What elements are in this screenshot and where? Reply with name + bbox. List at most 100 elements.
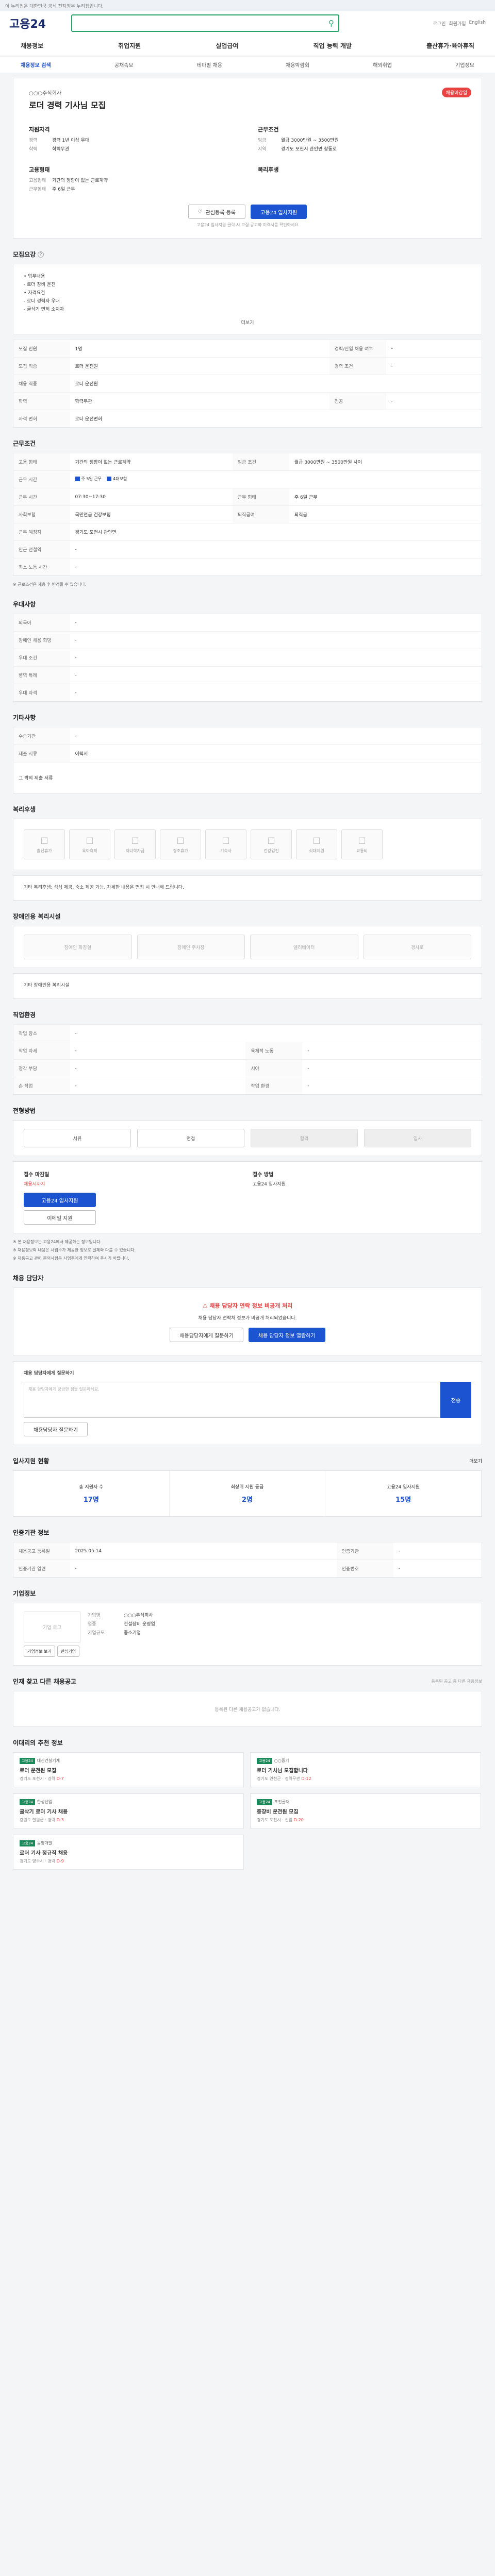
menu-item[interactable]: 실업급여 xyxy=(216,41,238,50)
kv-key: 기업명 xyxy=(88,1613,101,1618)
rec-company: ○○중기 xyxy=(274,1758,289,1763)
kv-value: ○○○주식회사 xyxy=(124,1613,153,1618)
kv-value: 주 6일 근무 xyxy=(52,187,75,192)
table-row: 사회보험 국민연금 건강보험 퇴직급여 퇴직금 xyxy=(13,505,482,523)
recommend-item[interactable]: 고용24 대신건설기계 로더 운전원 모집 경기도 포천시 · 경력 D-7 xyxy=(13,1752,244,1787)
menu-item[interactable]: 출산휴가·육아휴직 xyxy=(426,41,474,50)
table-row: 제출 서류 이력서 xyxy=(13,744,482,762)
save-button[interactable]: ♡ 관심등록 등록 xyxy=(188,205,246,219)
recommend-item[interactable]: 고용24 ○○중기 로더 기사님 모집합니다 경기도 연천군 · 경력무관 D-12 xyxy=(250,1752,481,1787)
ask-button[interactable]: 채용담당자 질문하기 xyxy=(24,1422,88,1436)
view-manager-button[interactable]: 채용 담당자 정보 열람하기 xyxy=(248,1328,325,1342)
email-apply-button[interactable]: 이메일 지원 xyxy=(24,1210,96,1225)
environment-table: 작업 장소 - 작업 자세 - 육체적 노동 - 청각 부담 - 시야 - 손 작업 - 작업 환… xyxy=(13,1024,482,1095)
cell: 퇴직급여 xyxy=(232,505,289,523)
cell: 모집 인원 xyxy=(13,340,70,358)
ask-manager-button[interactable]: 채용담당자에게 질문하기 xyxy=(170,1328,243,1342)
signup-link[interactable]: 회원가입 xyxy=(449,20,466,27)
more-button[interactable]: 더보기 xyxy=(24,319,471,326)
corp-info-button[interactable]: 기업정보 보기 xyxy=(24,1646,55,1657)
kv-value: 경기도 포천시 관인면 창동로 xyxy=(281,147,337,152)
step: 면접 xyxy=(137,1129,244,1147)
cell: 주 5일 근무 4대보험 xyxy=(70,470,482,488)
welfare-label: 교통비 xyxy=(356,849,368,853)
table-row: 모집 인원 1명 경력/신입 채용 여부 - xyxy=(13,340,482,358)
sub-menu-item[interactable]: 기업정보 xyxy=(455,61,474,69)
welfare-icon: □ xyxy=(86,835,94,845)
sub-menu-item[interactable]: 테마별 채용 xyxy=(197,61,222,69)
disabled-box: 장애인 화장실 장애인 주차장 엘리베이터 경사로 xyxy=(13,926,482,968)
rec-title[interactable]: 로더 운전원 모집 xyxy=(20,1766,237,1774)
cell: 사회보험 xyxy=(13,505,70,523)
sub-menu-item[interactable]: 공채속보 xyxy=(114,61,134,69)
sub-menu-item[interactable]: 채용정보 검색 xyxy=(21,61,51,69)
title-text: 입사지원 현황 xyxy=(13,1458,50,1465)
qualification-heading: 지원자격 xyxy=(29,126,50,133)
table-row: 외국어 - xyxy=(13,614,482,632)
condition-heading: 근무조건 xyxy=(258,126,279,133)
company-name[interactable]: ○○○주식회사 xyxy=(29,89,466,96)
sub-menu-item[interactable]: 채용박람회 xyxy=(286,61,309,69)
cell: - xyxy=(70,727,482,745)
recommend-item[interactable]: 고용24 한성산업 굴삭기 로더 기사 채용 강원도 철원군 · 경력 D-3 xyxy=(13,1793,244,1828)
apply-button[interactable]: 고용24 입사지원 xyxy=(251,205,307,219)
title-text: 복리후생 xyxy=(13,806,36,813)
search-icon[interactable]: ⚲ xyxy=(328,19,334,28)
menu-item[interactable]: 취업지원 xyxy=(118,41,141,50)
cell: - xyxy=(386,392,482,410)
more-link[interactable]: 더보기 xyxy=(469,1458,482,1464)
check-icon xyxy=(75,477,80,481)
kv-key: 학력 xyxy=(29,147,38,152)
rec-title[interactable]: 중장비 운전원 모집 xyxy=(257,1807,474,1815)
check-icon xyxy=(107,477,112,481)
site-logo[interactable]: 고용24 xyxy=(9,15,71,31)
title-text: 인증기관 정보 xyxy=(13,1529,50,1536)
welfare-icon: □ xyxy=(222,835,230,845)
stat-value: 15명 xyxy=(395,1496,411,1504)
rec-meta: 강원도 철원군 · 경력 xyxy=(20,1818,56,1822)
rec-dday: D-7 xyxy=(56,1776,64,1781)
sub-menu-item[interactable]: 해외취업 xyxy=(373,61,392,69)
rec-company: 동양개발 xyxy=(37,1841,53,1845)
cell: 우대 자격 xyxy=(13,684,70,702)
table-row: 우대 자격 - xyxy=(13,684,482,702)
cell: 2025.05.14 xyxy=(70,1542,337,1560)
table-row: 작업 자세 - 육체적 노동 - xyxy=(13,1042,482,1060)
submit-button[interactable]: 전송 xyxy=(440,1382,471,1418)
cell: 07:30~17:30 xyxy=(70,488,233,506)
login-link[interactable]: 로그인 xyxy=(433,20,446,27)
cell: 학력무관 xyxy=(70,392,329,410)
manager-box: ⚠ 채용 담당자 연락 정보 비공개 처리 채용 담당자 연락처 정보가 비공개… xyxy=(13,1287,482,1356)
manager-text: 채용 담당자 연락처 정보가 비공개 처리되었습니다. xyxy=(198,1316,297,1321)
page-footer xyxy=(13,1870,482,1890)
search-input[interactable]: ⚲ xyxy=(71,14,339,32)
english-link[interactable]: English xyxy=(469,20,486,27)
cell: - xyxy=(393,1542,482,1560)
cell: 근무 예정지 xyxy=(13,523,70,541)
menu-item[interactable]: 직업 능력 개발 xyxy=(313,41,352,50)
menu-item[interactable]: 채용정보 xyxy=(21,41,43,50)
recommend-item[interactable]: 고용24 동양개발 로더 기사 정규직 채용 경기도 양주시 · 경력 D-9 xyxy=(13,1835,244,1870)
table-row: 손 작업 - 작업 환경 - xyxy=(13,1077,482,1095)
rec-title[interactable]: 로더 기사 정규직 채용 xyxy=(20,1849,237,1856)
cell: - xyxy=(386,357,482,375)
kv-key: 경력 xyxy=(29,138,38,143)
cell: - xyxy=(393,1560,482,1578)
rec-title[interactable]: 굴삭기 로더 기사 채용 xyxy=(20,1807,237,1815)
apply-button[interactable]: 고용24 입사지원 xyxy=(24,1193,96,1207)
question-input[interactable]: 채용 담당자에게 궁금한 점을 질문하세요. xyxy=(24,1382,440,1418)
help-icon[interactable]: ? xyxy=(38,251,44,258)
rec-title[interactable]: 로더 기사님 모집합니다 xyxy=(257,1766,474,1774)
stat-label: 총 지원자 수 xyxy=(79,1485,104,1490)
chip: 주 5일 근무 xyxy=(75,476,102,482)
source-badge: 고용24 xyxy=(257,1799,272,1805)
section-title: 입사지원 현황 더보기 xyxy=(13,1456,482,1465)
fav-corp-button[interactable]: 관심기업 xyxy=(57,1646,80,1657)
cell: 주 6일 근무 xyxy=(289,488,482,506)
welfare-icon: □ xyxy=(358,835,366,845)
recommend-item[interactable]: 고용24 포천골재 중장비 운전원 모집 경기도 포천시 · 신입 D-20 xyxy=(250,1793,481,1828)
cell: - xyxy=(70,649,482,667)
cell: 근무 시간 xyxy=(13,488,70,506)
cell: - xyxy=(386,340,482,358)
kv-value: 학력무관 xyxy=(52,147,70,152)
